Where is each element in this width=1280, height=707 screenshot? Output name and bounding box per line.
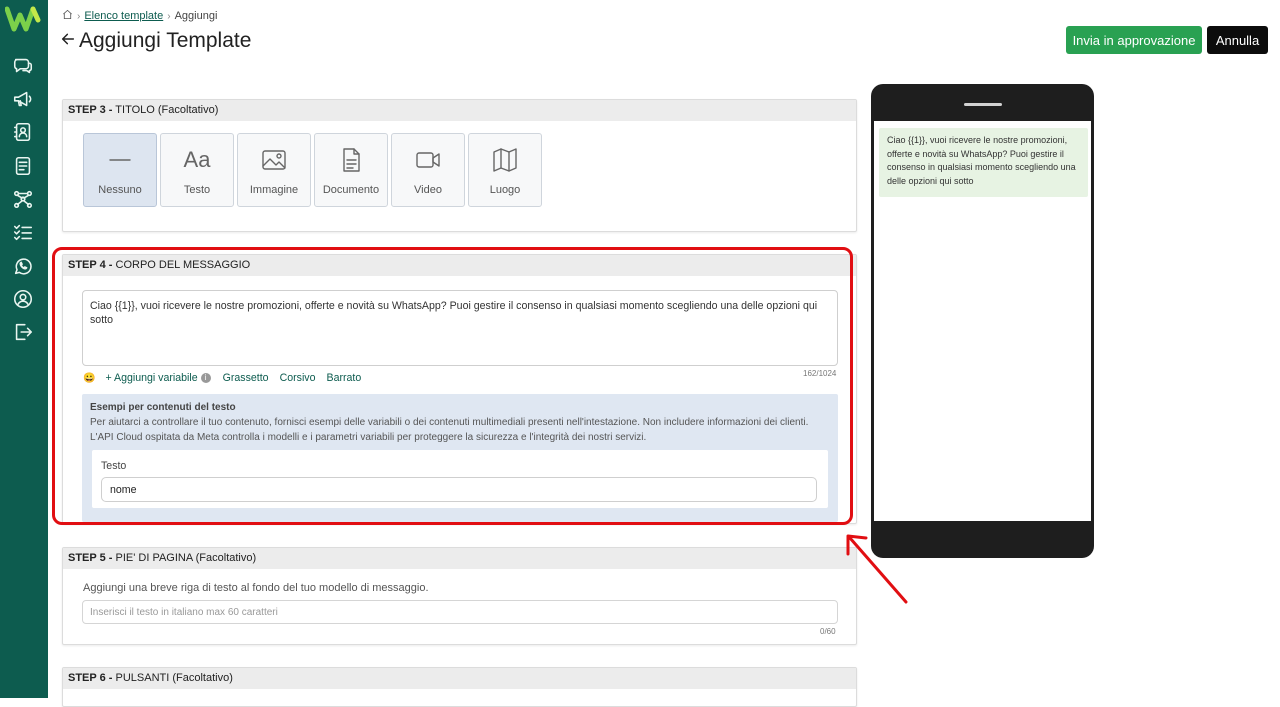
checklist-icon[interactable]: [12, 221, 34, 243]
step3-title: TITOLO (Facoltativo): [115, 104, 219, 116]
document-icon: [343, 148, 360, 172]
breadcrumb: › Elenco template › Aggiungi: [62, 9, 217, 23]
header-option-label: Nessuno: [98, 184, 142, 196]
phone-preview: Ciao {{1}}, vuoi ricevere le nostre prom…: [871, 84, 1094, 558]
step3-card: STEP 3 - TITOLO (Facoltativo) Nessuno Aa…: [62, 99, 857, 232]
step6-title: PULSANTI (Facoltativo): [115, 672, 233, 684]
back-arrow-icon[interactable]: [60, 29, 76, 53]
cancel-button[interactable]: Annulla: [1207, 26, 1268, 54]
phone-speaker-bar: [964, 103, 1002, 106]
header-option-document[interactable]: Documento: [314, 133, 388, 207]
chat-icon[interactable]: [12, 55, 34, 77]
annotation-highlight-box: [52, 247, 853, 525]
video-icon: [416, 152, 440, 168]
user-icon[interactable]: [12, 288, 34, 310]
header-option-label: Immagine: [249, 184, 299, 196]
step6-header: STEP 6 - PULSANTI (Facoltativo): [63, 668, 856, 689]
text-aa-icon: Aa: [183, 147, 211, 172]
step5-number: STEP 5 -: [68, 552, 113, 564]
step6-card: STEP 6 - PULSANTI (Facoltativo): [62, 667, 857, 707]
footer-char-counter: 0/60: [820, 627, 836, 636]
step3-header: STEP 3 - TITOLO (Facoltativo): [63, 100, 856, 121]
app-logo[interactable]: [4, 6, 43, 32]
step6-number: STEP 6 -: [68, 672, 113, 684]
header-option-location[interactable]: Luogo: [468, 133, 542, 207]
contacts-icon[interactable]: [12, 121, 34, 143]
logout-icon[interactable]: [12, 321, 34, 343]
header-option-none[interactable]: Nessuno: [83, 133, 157, 207]
page-title-text: Aggiungi Template: [79, 29, 252, 52]
sidebar: [0, 0, 48, 698]
breadcrumb-separator: ›: [77, 10, 81, 22]
phone-screen: Ciao {{1}}, vuoi ricevere le nostre prom…: [874, 121, 1091, 521]
megaphone-icon[interactable]: [12, 88, 34, 110]
templates-icon[interactable]: [12, 155, 34, 177]
whatsapp-icon[interactable]: [12, 255, 34, 277]
header-option-text[interactable]: Aa Testo: [160, 133, 234, 207]
header-option-label: Testo: [183, 184, 211, 196]
dash-icon: [109, 159, 131, 161]
step3-number: STEP 3 -: [68, 104, 113, 116]
step5-header: STEP 5 - PIE' DI PAGINA (Facoltativo): [63, 548, 856, 569]
submit-for-approval-button[interactable]: Invia in approvazione: [1066, 26, 1202, 54]
step5-card: STEP 5 - PIE' DI PAGINA (Facoltativo) Ag…: [62, 547, 857, 645]
header-option-label: Luogo: [489, 184, 521, 196]
preview-message-bubble: Ciao {{1}}, vuoi ricevere le nostre prom…: [879, 128, 1088, 197]
breadcrumb-separator: ›: [167, 10, 171, 22]
breadcrumb-link-template-list[interactable]: Elenco template: [84, 10, 163, 22]
map-icon: [493, 148, 517, 172]
header-option-label: Documento: [322, 184, 380, 196]
flow-icon[interactable]: [12, 188, 34, 210]
home-icon[interactable]: [62, 9, 73, 23]
footer-description: Aggiungi una breve riga di testo al fond…: [83, 582, 429, 594]
header-option-image[interactable]: Immagine: [237, 133, 311, 207]
header-type-options: Nessuno Aa Testo Immagine Documento Vide…: [83, 133, 542, 207]
image-icon: [262, 150, 286, 170]
footer-text-input[interactable]: Inserisci il testo in italiano max 60 ca…: [82, 600, 838, 624]
step5-title: PIE' DI PAGINA (Facoltativo): [115, 552, 257, 564]
breadcrumb-current: Aggiungi: [174, 10, 218, 22]
page-title: Aggiungi Template: [60, 29, 251, 53]
header-option-video[interactable]: Video: [391, 133, 465, 207]
header-option-label: Video: [414, 184, 442, 196]
